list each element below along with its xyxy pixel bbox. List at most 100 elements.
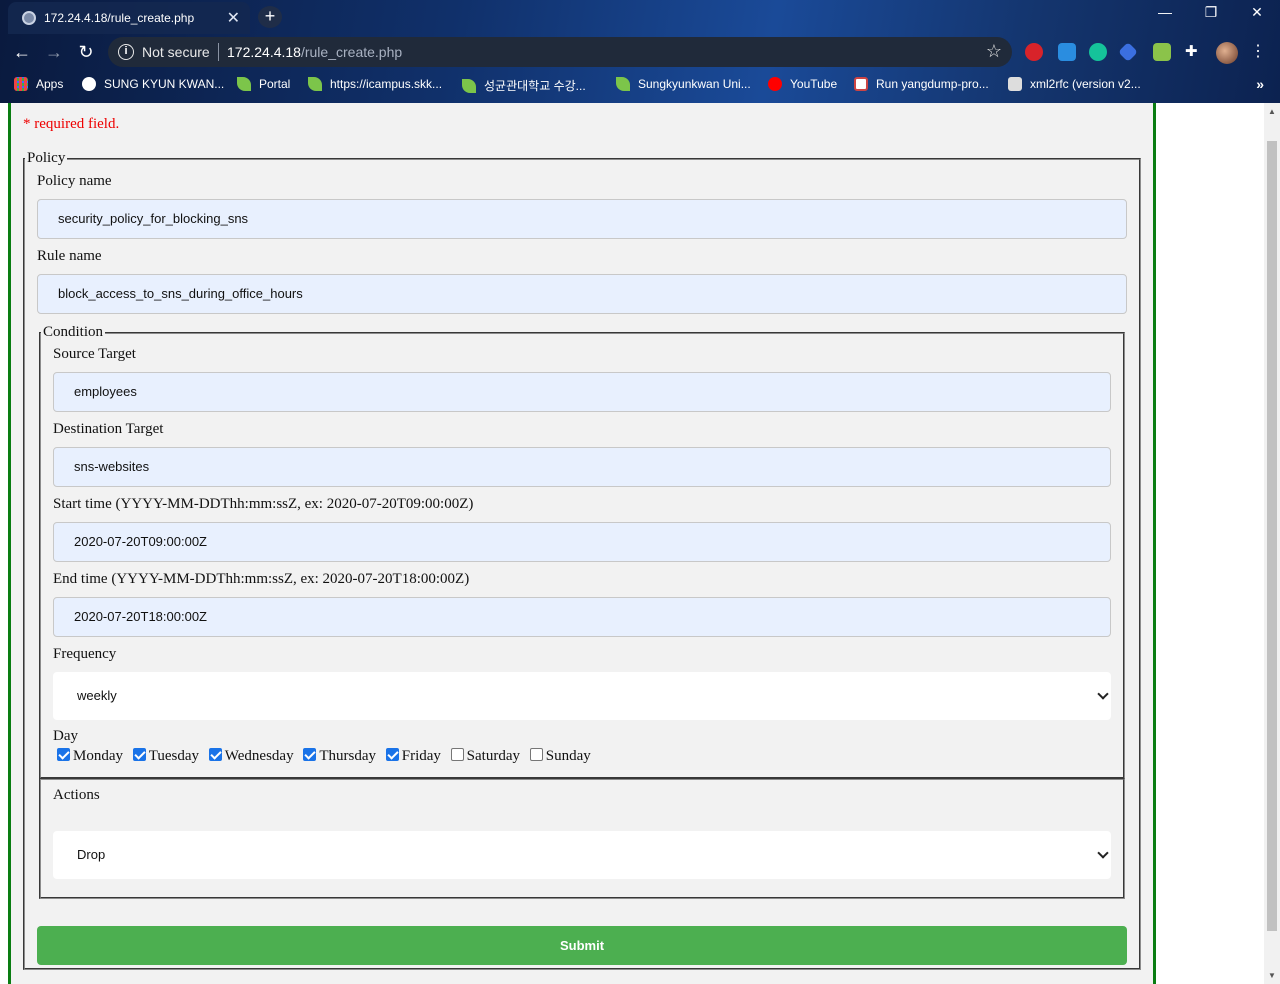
close-window-button[interactable]: ✕ [1234, 4, 1280, 21]
bookmark-apps[interactable]: Apps [14, 77, 63, 91]
leaf-icon [308, 77, 322, 91]
youtube-icon [768, 77, 782, 91]
bookmark-star-icon[interactable]: ☆ [986, 41, 1002, 62]
url-path: /rule_create.php [300, 44, 403, 60]
bookmark-skku[interactable]: SUNG KYUN KWAN... [82, 77, 224, 91]
monday-checkbox[interactable] [57, 748, 70, 761]
grammarly-extension-icon[interactable] [1089, 43, 1107, 61]
url-text[interactable]: 172.24.4.18/rule_create.php [227, 44, 402, 60]
address-divider [218, 43, 219, 61]
friday-checkbox[interactable] [385, 748, 399, 761]
tab-strip: 172.24.4.18/rule_create.php ✕ + — ❐ ✕ [0, 0, 1280, 34]
restore-button[interactable]: ❐ [1188, 4, 1234, 21]
browser-toolbar: ← → ↻ i Not secure 172.24.4.18/rule_crea… [0, 34, 1280, 70]
translate-extension-icon[interactable] [1058, 43, 1076, 61]
wednesday-label: Wednesday [224, 748, 294, 764]
day-friday[interactable]: Friday [385, 748, 441, 765]
not-secure-label[interactable]: Not secure [142, 44, 210, 60]
url-host: 172.24.4.18 [227, 44, 301, 60]
bookmark-yangdump[interactable]: Run yangdump-pro... [854, 77, 989, 91]
profile-avatar[interactable] [1216, 42, 1238, 64]
condition-legend: Condition [43, 324, 104, 340]
bookmark-portal[interactable]: Portal [237, 77, 290, 91]
bookmark-xml2rfc[interactable]: xml2rfc (version v2... [1008, 77, 1141, 91]
tuesday-label: Tuesday [148, 748, 200, 764]
green-extension-icon[interactable] [1153, 43, 1171, 61]
browser-menu-icon[interactable]: ⋮ [1250, 41, 1266, 61]
bookmark-course[interactable]: 성균관대학교 수강... [462, 77, 586, 94]
submit-button[interactable]: Submit [37, 926, 1127, 965]
address-bar[interactable]: i Not secure 172.24.4.18/rule_create.php… [108, 37, 1012, 67]
apps-grid-icon [14, 77, 28, 91]
bookmark-label: xml2rfc (version v2... [1030, 77, 1141, 91]
bookmark-youtube[interactable]: YouTube [768, 77, 837, 91]
day-monday[interactable]: Monday [57, 748, 123, 765]
scroll-down-arrow-icon[interactable]: ▼ [1268, 971, 1276, 980]
start-time-label: Start time (YYYY-MM-DDThh:mm:ssZ, ex: 20… [53, 496, 474, 512]
page-viewport: * required field. Policy Policy name sec… [0, 103, 1264, 984]
chevron-down-icon [1097, 847, 1109, 859]
diamond-extension-icon[interactable] [1118, 42, 1138, 62]
bookmark-label: SUNG KYUN KWAN... [104, 77, 225, 91]
day-wednesday[interactable]: Wednesday [208, 748, 294, 765]
browser-tab[interactable]: 172.24.4.18/rule_create.php ✕ [8, 2, 250, 34]
reload-button[interactable]: ↻ [74, 40, 98, 64]
globe-icon [82, 77, 96, 91]
leaf-icon [237, 77, 251, 91]
forward-button[interactable]: → [42, 40, 66, 64]
policy-name-input[interactable]: security_policy_for_blocking_sns [37, 199, 1127, 239]
wednesday-checkbox[interactable] [208, 748, 222, 761]
info-icon[interactable]: i [118, 44, 134, 60]
start-time-input[interactable]: 2020-07-20T09:00:00Z [53, 522, 1111, 562]
leaf-icon [462, 79, 476, 93]
bookmark-sungkyunkwan[interactable]: Sungkyunkwan Uni... [616, 77, 751, 91]
new-tab-button[interactable]: + [258, 6, 282, 28]
bookmark-icampus[interactable]: https://icampus.skk... [308, 77, 442, 91]
saturday-label: Saturday [466, 748, 520, 764]
bookmark-label: 성균관대학교 수강... [484, 79, 586, 93]
adblock-extension-icon[interactable] [1025, 43, 1043, 61]
page-scrollbar[interactable]: ▲ ▼ [1264, 103, 1280, 984]
puzzle-extensions-icon[interactable]: ✚ [1185, 43, 1203, 61]
saturday-checkbox[interactable] [450, 748, 464, 761]
frequency-selected-value: weekly [77, 688, 117, 703]
bookmark-label: Sungkyunkwan Uni... [638, 77, 751, 91]
source-target-label: Source Target [53, 346, 136, 362]
day-tuesday[interactable]: Tuesday [132, 748, 200, 765]
xml2rfc-icon [1008, 77, 1022, 91]
action-selected-value: Drop [77, 847, 106, 862]
form-container: * required field. Policy Policy name sec… [8, 103, 1156, 984]
minimize-button[interactable]: — [1142, 4, 1188, 20]
tab-title: 172.24.4.18/rule_create.php [44, 11, 195, 25]
action-select[interactable]: Drop [53, 831, 1111, 879]
frequency-label: Frequency [53, 646, 117, 662]
rule-name-input[interactable]: block_access_to_sns_during_office_hours [37, 274, 1127, 314]
scrollbar-thumb[interactable] [1267, 141, 1277, 931]
end-time-input[interactable]: 2020-07-20T18:00:00Z [53, 597, 1111, 637]
globe-favicon-icon [22, 11, 36, 25]
monday-label: Monday [73, 748, 123, 764]
day-saturday[interactable]: Saturday [450, 748, 520, 765]
scroll-up-arrow-icon[interactable]: ▲ [1268, 107, 1276, 116]
bookmark-label: Run yangdump-pro... [876, 77, 989, 91]
more-bookmarks-button[interactable]: » [1256, 76, 1264, 92]
policy-name-label: Policy name [37, 173, 112, 189]
bookmark-label: https://icampus.skk... [330, 77, 443, 91]
day-checkbox-group: Monday Tuesday Wednesday Thursday Friday… [57, 748, 597, 765]
sunday-checkbox[interactable] [529, 748, 543, 761]
thursday-checkbox[interactable] [303, 748, 317, 761]
day-label: Day [53, 728, 78, 744]
required-note: * required field. [23, 116, 120, 132]
frequency-select[interactable]: weekly [53, 672, 1111, 720]
leaf-icon [616, 77, 630, 91]
back-button[interactable]: ← [10, 40, 34, 64]
day-thursday[interactable]: Thursday [303, 748, 376, 765]
source-target-input[interactable]: employees [53, 372, 1111, 412]
policy-legend: Policy [27, 150, 66, 166]
tuesday-checkbox[interactable] [132, 748, 146, 761]
day-sunday[interactable]: Sunday [529, 748, 591, 765]
bookmark-label: YouTube [790, 77, 838, 91]
close-tab-icon[interactable]: ✕ [227, 8, 240, 28]
bookmark-label: Portal [259, 77, 291, 91]
destination-target-input[interactable]: sns-websites [53, 447, 1111, 487]
